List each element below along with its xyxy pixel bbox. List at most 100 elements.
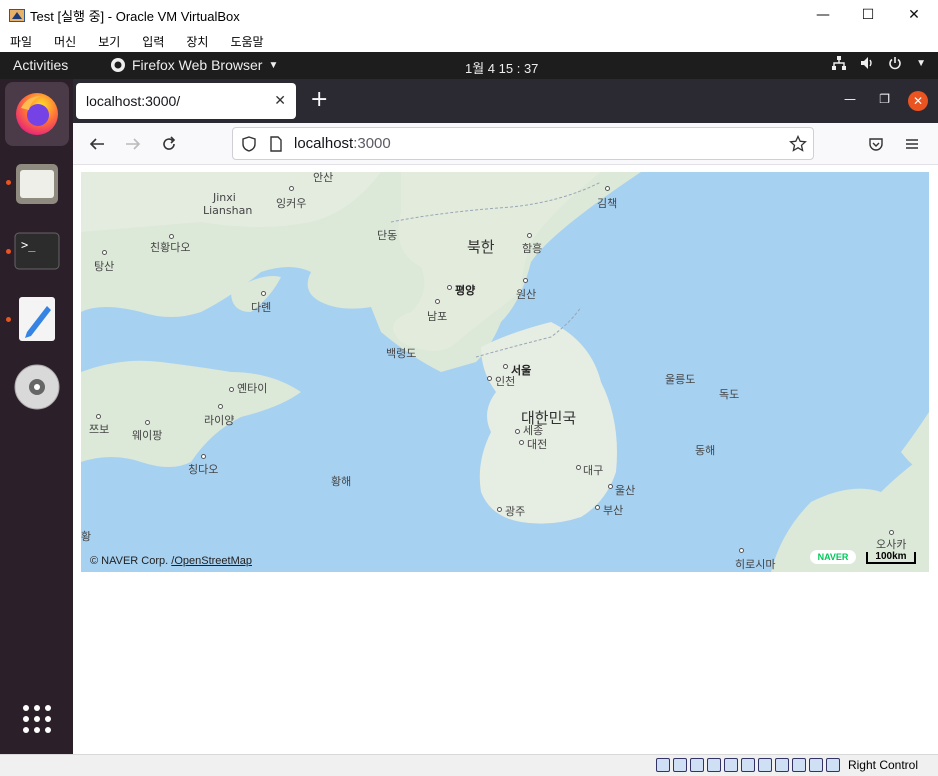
map-label-pyongyang: 평양 — [455, 284, 476, 297]
page-icon[interactable] — [269, 135, 283, 152]
tab-title: localhost:3000/ — [86, 93, 181, 109]
vbox-titlebar: Test [실행 중] - Oracle VM VirtualBox — ☐ ✕ — [0, 0, 938, 30]
bookmark-star-icon[interactable] — [789, 134, 807, 153]
nav-bar: localhost:3000 — [73, 123, 938, 165]
reload-icon — [163, 136, 176, 150]
shared-folders-icon[interactable] — [741, 758, 755, 772]
new-tab-button[interactable]: + — [310, 89, 328, 111]
firefox-window: localhost:3000/ ✕ + — ❐ ✕ localhost:3000 — [73, 79, 938, 754]
window-title: Test [실행 중] - Oracle VM VirtualBox — [30, 8, 240, 24]
chevron-down-icon: ▼ — [916, 57, 926, 69]
map-point — [595, 505, 600, 510]
pocket-icon — [869, 138, 883, 151]
map-label-gimchaek: 김책 — [597, 197, 618, 210]
pocket-button[interactable] — [864, 132, 888, 156]
map-point — [145, 420, 150, 425]
menu-button[interactable] — [900, 132, 924, 156]
map-point — [503, 364, 508, 369]
map-point — [447, 285, 452, 290]
map-label-osaka: 오사카 — [876, 538, 907, 551]
naver-map[interactable]: 안산 Jinxi Lianshan 잉커우 김책 친황다오 단동 북한 함흥 탕… — [81, 172, 929, 572]
url-host: localhost — [294, 135, 354, 152]
ff-minimize-button[interactable]: — — [844, 92, 856, 106]
show-apps-button[interactable] — [5, 687, 69, 751]
mouse-integration-icon[interactable] — [809, 758, 823, 772]
map-label-jinxi: Jinxi — [213, 191, 236, 204]
network-adapter-icon[interactable] — [707, 758, 721, 772]
host-key-label: Right Control — [847, 758, 918, 772]
map-label-wonsan: 원산 — [516, 288, 537, 301]
osm-link[interactable]: /OpenStreetMap — [171, 555, 252, 567]
dock-optical-disc[interactable] — [5, 355, 69, 419]
url-bar[interactable]: localhost:3000 — [232, 127, 814, 160]
dock-firefox[interactable] — [5, 82, 69, 146]
vt-x-icon[interactable] — [792, 758, 806, 772]
recording-icon[interactable] — [775, 758, 789, 772]
vbox-statusbar: Right Control — [0, 754, 938, 776]
firefox-icon — [16, 93, 58, 135]
optical-drive-icon[interactable] — [673, 758, 687, 772]
text-editor-icon — [19, 297, 55, 341]
terminal-icon: >_ — [14, 232, 60, 270]
map-point — [102, 250, 107, 255]
map-point — [218, 404, 223, 409]
vbox-menubar: 파일 머신 보기 입력 장치 도움말 — [0, 30, 938, 52]
map-point — [515, 429, 520, 434]
clock[interactable]: 1월 4 15 : 37 — [465, 58, 538, 77]
menu-devices[interactable]: 장치 — [186, 33, 208, 50]
tab-localhost[interactable]: localhost:3000/ ✕ — [76, 83, 296, 119]
menu-help[interactable]: 도움말 — [230, 33, 263, 50]
map-label-busan: 부산 — [603, 504, 624, 517]
optical-disc-icon — [14, 364, 60, 410]
hamburger-icon — [906, 139, 918, 149]
display-icon[interactable] — [758, 758, 772, 772]
map-label-north-korea: 북한 — [467, 238, 495, 256]
map-label-incheon: 인천 — [495, 375, 516, 388]
app-grid-icon — [23, 705, 51, 733]
dock-files[interactable] — [5, 151, 69, 215]
menu-input[interactable]: 입력 — [142, 33, 164, 50]
dock-terminal[interactable]: >_ — [5, 219, 69, 283]
map-point — [289, 186, 294, 191]
map-label-east-sea: 동해 — [695, 444, 716, 457]
map-label-dandong: 단동 — [377, 229, 398, 242]
forward-button[interactable] — [121, 132, 145, 156]
close-button[interactable]: ✕ — [891, 0, 937, 30]
activities-button[interactable]: Activities — [13, 57, 68, 73]
map-point — [229, 387, 234, 392]
reload-button[interactable] — [157, 132, 181, 156]
ff-close-button[interactable]: ✕ — [908, 91, 928, 111]
firefox-small-icon — [111, 58, 125, 72]
app-name: Firefox Web Browser — [132, 57, 263, 73]
map-point — [261, 291, 266, 296]
tab-close-icon[interactable]: ✕ — [274, 92, 286, 109]
hard-disk-icon[interactable] — [656, 758, 670, 772]
usb-icon[interactable] — [724, 758, 738, 772]
dock-text-editor[interactable] — [5, 287, 69, 351]
shield-icon[interactable] — [241, 135, 257, 152]
menu-file[interactable]: 파일 — [10, 33, 32, 50]
ubuntu-dock: >_ — [0, 79, 73, 754]
menu-view[interactable]: 보기 — [98, 33, 120, 50]
map-label-dokdo: 독도 — [719, 388, 740, 401]
maximize-button[interactable]: ☐ — [845, 0, 891, 30]
map-label-ulleungdo: 울릉도 — [665, 373, 696, 386]
ff-maximize-button[interactable]: ❐ — [879, 92, 890, 106]
url-port: :3000 — [353, 135, 391, 152]
naver-logo[interactable]: NAVER — [810, 550, 856, 564]
map-label-yellow-sea: 황해 — [331, 475, 352, 488]
url-text: localhost:3000 — [294, 135, 391, 152]
map-label-laiyang: 라이양 — [204, 414, 235, 427]
app-menu[interactable]: Firefox Web Browser ▼ — [110, 57, 278, 73]
audio-icon[interactable] — [690, 758, 704, 772]
map-label-dalian: 다롄 — [251, 301, 272, 314]
map-label-ulsan: 울산 — [615, 484, 636, 497]
back-button[interactable] — [85, 132, 109, 156]
map-label-daegu: 대구 — [583, 464, 604, 477]
keyboard-capture-icon[interactable] — [826, 758, 840, 772]
minimize-button[interactable]: — — [800, 0, 846, 30]
map-scale: 100km — [866, 552, 916, 564]
menu-machine[interactable]: 머신 — [54, 33, 76, 50]
system-tray[interactable]: ▼ — [832, 56, 926, 70]
map-label-tangshan: 탕산 — [94, 260, 115, 273]
